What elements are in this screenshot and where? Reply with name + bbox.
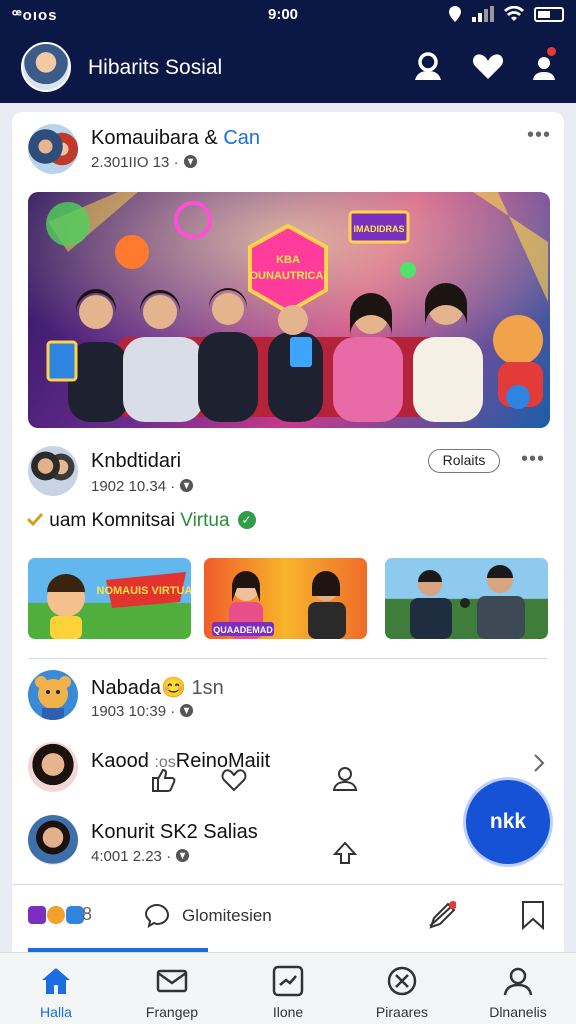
mail-icon [156,969,188,993]
nav-label: Frangep [145,1004,199,1020]
profile-avatar[interactable] [21,42,71,92]
gallery-thumb[interactable]: NOMAUIS VIRTUAI [28,558,191,639]
comment-bar: 8 Glomitesien [12,886,564,952]
banner-line-1: KBA [276,254,300,266]
post-image[interactable]: KBA OUNAUTRICAI IMADIDRAS [28,192,550,428]
post-text: uam Komnitsai Virtua ✓ [26,510,256,532]
heart-outline-icon[interactable] [221,767,247,793]
post-author[interactable]: Nabada😊 1sn [91,675,224,700]
status-time: 9:00 [268,6,299,23]
post-tag[interactable]: Rolaits [428,449,500,473]
signal-icon [472,6,494,22]
profile-icon [503,967,533,996]
post-avatar[interactable] [28,446,78,496]
post-author[interactable]: Komauibara & Can [91,127,260,150]
party-scene: KBA OUNAUTRICAI IMADIDRAS [28,192,550,428]
nav-tab-messages[interactable]: Frangep [122,953,222,1024]
comment-label[interactable]: Glomitesien [182,906,272,926]
reaction-count: 8 [82,904,93,924]
comment-icon[interactable] [144,902,170,928]
gallery-thumb[interactable]: QUAADEMAD [204,558,367,639]
compose-fab[interactable]: nkk [466,780,550,864]
post-meta: 2.301ΙΙΟ 13 · [91,154,198,171]
like-icon[interactable] [150,767,176,793]
chart-icon [272,965,304,997]
gallery-thumb[interactable] [385,558,548,639]
globe-icon [180,478,194,493]
bear-icon [35,676,71,720]
app-title: Hibarits Sosial [88,56,223,79]
banner-line-2: OUNAUTRICAI [250,270,327,282]
thumb-banner: NOMAUIS VIRTUAI [97,585,192,597]
nav-tab-activity[interactable]: Ilone [238,953,338,1024]
post-meta: 1902 10.34 · [91,478,194,495]
heart-icon[interactable] [472,50,504,82]
battery-icon [534,6,564,22]
post-avatar[interactable] [28,670,78,720]
explore-icon [387,966,417,996]
nav-label: Halla [40,1004,72,1020]
post-meta: 1903 10:39 · [91,703,194,720]
more-options-icon[interactable]: ••• [527,124,551,147]
wifi-icon [504,6,524,21]
banner-sign: IMADIDRAS [354,224,405,234]
post-avatar[interactable] [28,815,78,865]
globe-icon [183,154,197,169]
divider [12,884,564,885]
check-icon [26,512,44,527]
send-icon[interactable] [426,900,456,930]
nav-tab-home[interactable]: Halla [6,953,106,1024]
app-header: ꟹoıos 9:00 Hibarits Sosial [0,0,576,103]
globe-icon [176,848,190,863]
post-meta: 4:001 2.23 · [91,848,190,865]
location-icon [449,6,461,22]
nav-label: Piraares [375,1004,429,1020]
post-avatar[interactable] [28,124,78,174]
post-avatar[interactable] [28,742,78,792]
globe-icon [180,703,194,718]
share-icon[interactable] [332,840,358,866]
bottom-navigation: Halla Frangep Ilone Piraares Dlnanelis [0,952,576,1024]
thumb-banner: QUAADEMAD [213,625,273,635]
more-options-icon[interactable]: ••• [521,448,545,471]
chevron-right-icon[interactable] [532,753,546,773]
person-outline-icon[interactable] [332,765,358,791]
nav-label: Ilone [272,1004,304,1020]
status-bar: ꟹoıos 9:00 [0,4,576,26]
verified-icon: ✓ [237,511,256,529]
nav-label: Dlnanelis [489,1004,547,1020]
home-icon [42,968,70,994]
nav-tab-profile[interactable]: Dlnanelis [468,953,568,1024]
status-carrier: ꟹoıos [12,7,58,24]
divider [28,658,548,659]
post-author[interactable]: Konurit SK2 Salias [91,821,258,844]
notification-badge [545,45,558,58]
post-author[interactable]: Knbdtidari [91,450,181,473]
nav-tab-explore[interactable]: Piraares [352,953,452,1024]
smile-emoji: 😊 [161,677,186,699]
user-icon[interactable] [412,50,444,82]
bookmark-icon[interactable] [520,900,546,930]
